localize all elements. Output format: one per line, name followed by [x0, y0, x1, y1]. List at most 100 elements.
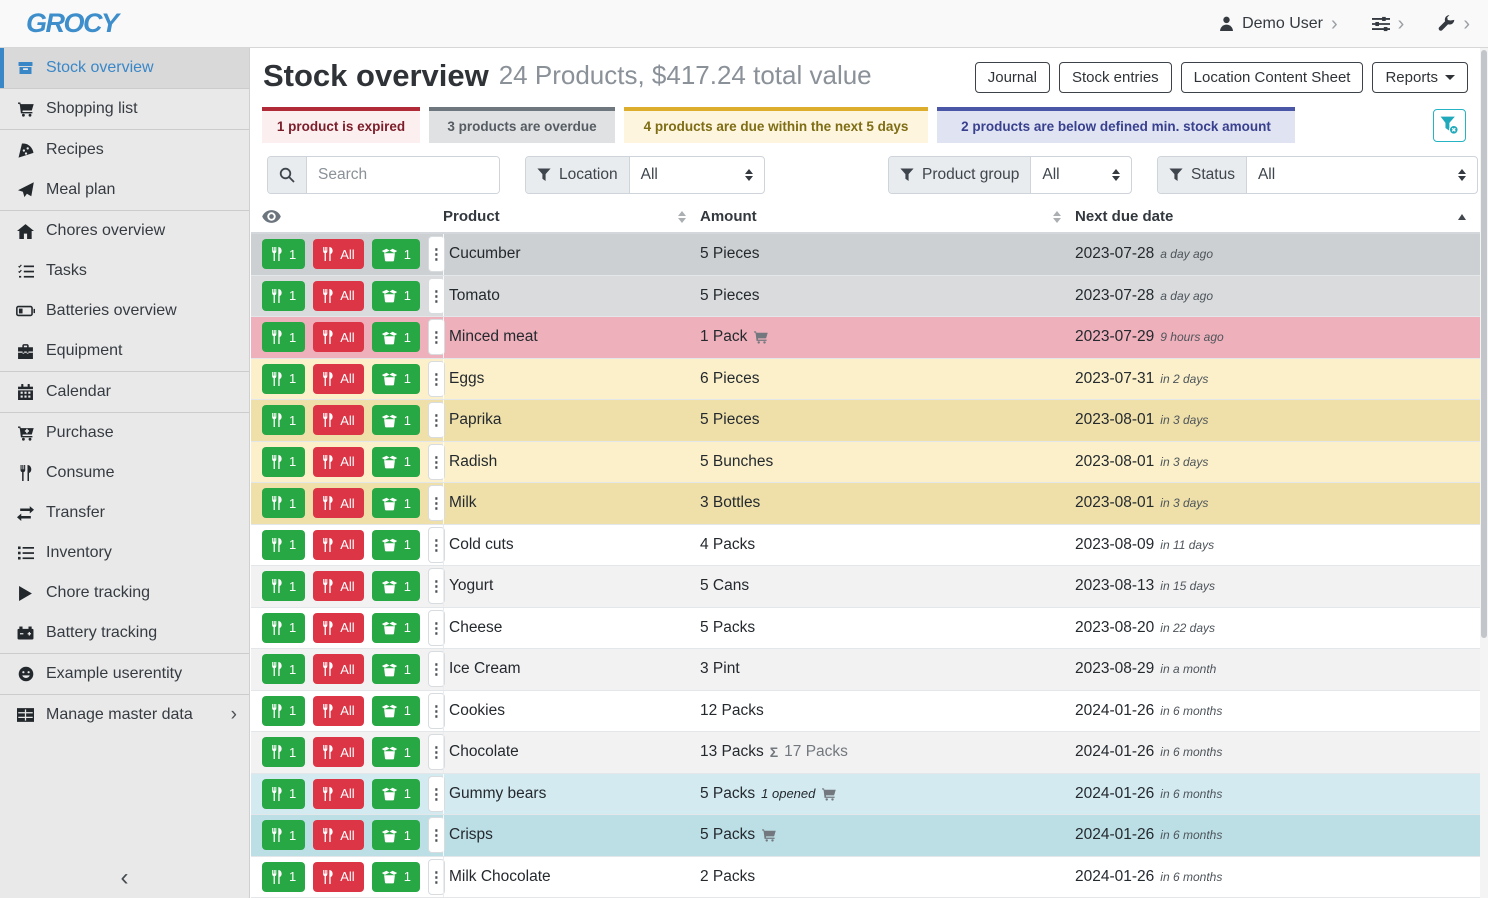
consume-one-button[interactable]: 1	[262, 364, 305, 394]
sidebar-item-consume[interactable]: Consume	[0, 453, 249, 493]
location-content-sheet-button[interactable]: Location Content Sheet	[1181, 62, 1364, 93]
product-name-cell[interactable]: Cheese	[443, 608, 700, 649]
open-one-button[interactable]: 1	[372, 239, 420, 269]
product-name-cell[interactable]: Cold cuts	[443, 525, 700, 566]
product-name-cell[interactable]: Cookies	[443, 691, 700, 732]
column-visibility-header[interactable]	[262, 210, 443, 223]
consume-all-button[interactable]: All	[313, 654, 363, 684]
open-one-button[interactable]: 1	[372, 281, 420, 311]
sidebar-item-battery-tracking[interactable]: Battery tracking	[0, 613, 249, 653]
status-select[interactable]: All	[1247, 157, 1477, 193]
consume-all-button[interactable]: All	[313, 364, 363, 394]
stock-entries-button[interactable]: Stock entries	[1059, 62, 1172, 93]
consume-one-button[interactable]: 1	[262, 530, 305, 560]
open-one-button[interactable]: 1	[372, 364, 420, 394]
product-name-cell[interactable]: Milk Chocolate	[443, 857, 700, 898]
sidebar-collapse-button[interactable]: ‹	[0, 866, 249, 890]
sidebar-item-batteries-overview[interactable]: Batteries overview	[0, 291, 249, 331]
open-one-button[interactable]: 1	[372, 737, 420, 767]
consume-all-button[interactable]: All	[313, 613, 363, 643]
grocy-logo[interactable]: GROCY	[26, 8, 118, 39]
sidebar-item-example-userentity[interactable]: Example userentity	[0, 654, 249, 694]
consume-one-button[interactable]: 1	[262, 281, 305, 311]
product-name-cell[interactable]: Gummy bears	[443, 774, 700, 815]
open-one-button[interactable]: 1	[372, 654, 420, 684]
banner-expired[interactable]: 1 product is expired	[262, 107, 420, 143]
product-name-cell[interactable]: Yogurt	[443, 566, 700, 607]
sidebar-item-calendar[interactable]: Calendar	[0, 372, 249, 412]
open-one-button[interactable]: 1	[372, 530, 420, 560]
consume-all-button[interactable]: All	[313, 737, 363, 767]
sidebar-item-chore-tracking[interactable]: Chore tracking	[0, 573, 249, 613]
sidebar-item-purchase[interactable]: Purchase	[0, 413, 249, 453]
consume-one-button[interactable]: 1	[262, 488, 305, 518]
consume-all-button[interactable]: All	[313, 530, 363, 560]
sidebar-item-manage-master-data[interactable]: Manage master data›	[0, 695, 249, 735]
product-name-cell[interactable]: Eggs	[443, 359, 700, 400]
consume-one-button[interactable]: 1	[262, 654, 305, 684]
consume-one-button[interactable]: 1	[262, 405, 305, 435]
product-name-cell[interactable]: Tomato	[443, 276, 700, 317]
open-one-button[interactable]: 1	[372, 820, 420, 850]
product-name-cell[interactable]: Minced meat	[443, 317, 700, 358]
admin-menu[interactable]: ›	[1438, 14, 1470, 34]
consume-one-button[interactable]: 1	[262, 737, 305, 767]
settings-menu[interactable]: ›	[1372, 14, 1405, 34]
consume-one-button[interactable]: 1	[262, 862, 305, 892]
consume-all-button[interactable]: All	[313, 820, 363, 850]
open-one-button[interactable]: 1	[372, 571, 420, 601]
open-one-button[interactable]: 1	[372, 862, 420, 892]
vertical-scrollbar[interactable]	[1480, 48, 1488, 898]
consume-all-button[interactable]: All	[313, 571, 363, 601]
consume-all-button[interactable]: All	[313, 281, 363, 311]
sidebar-item-transfer[interactable]: Transfer	[0, 493, 249, 533]
sidebar-item-tasks[interactable]: Tasks	[0, 251, 249, 291]
consume-one-button[interactable]: 1	[262, 239, 305, 269]
consume-one-button[interactable]: 1	[262, 820, 305, 850]
consume-all-button[interactable]: All	[313, 779, 363, 809]
banner-due[interactable]: 4 products are due within the next 5 day…	[624, 107, 928, 143]
consume-all-button[interactable]: All	[313, 322, 363, 352]
open-one-button[interactable]: 1	[372, 322, 420, 352]
column-header-product[interactable]: Product	[443, 208, 700, 225]
consume-one-button[interactable]: 1	[262, 447, 305, 477]
consume-one-button[interactable]: 1	[262, 696, 305, 726]
product-group-select[interactable]: All	[1031, 157, 1131, 193]
product-name-cell[interactable]: Cucumber	[443, 234, 700, 275]
consume-one-button[interactable]: 1	[262, 571, 305, 601]
clear-filter-button[interactable]	[1433, 109, 1466, 142]
sidebar-item-meal-plan[interactable]: Meal plan	[0, 170, 249, 210]
consume-all-button[interactable]: All	[313, 405, 363, 435]
open-one-button[interactable]: 1	[372, 488, 420, 518]
product-name-cell[interactable]: Milk	[443, 483, 700, 524]
product-name-cell[interactable]: Crisps	[443, 815, 700, 856]
journal-button[interactable]: Journal	[975, 62, 1050, 93]
sidebar-item-chores-overview[interactable]: Chores overview	[0, 211, 249, 251]
sidebar-item-equipment[interactable]: Equipment	[0, 331, 249, 371]
open-one-button[interactable]: 1	[372, 613, 420, 643]
consume-all-button[interactable]: All	[313, 696, 363, 726]
sidebar-item-recipes[interactable]: Recipes	[0, 130, 249, 170]
consume-one-button[interactable]: 1	[262, 779, 305, 809]
consume-one-button[interactable]: 1	[262, 613, 305, 643]
product-name-cell[interactable]: Ice Cream	[443, 649, 700, 690]
column-header-due[interactable]: Next due date	[1075, 208, 1480, 225]
consume-one-button[interactable]: 1	[262, 322, 305, 352]
product-name-cell[interactable]: Paprika	[443, 400, 700, 441]
open-one-button[interactable]: 1	[372, 447, 420, 477]
consume-all-button[interactable]: All	[313, 488, 363, 518]
sidebar-item-shopping-list[interactable]: Shopping list	[0, 89, 249, 129]
column-header-amount[interactable]: Amount	[700, 208, 1075, 225]
sidebar-item-stock-overview[interactable]: Stock overview	[0, 48, 249, 88]
location-select[interactable]: All	[630, 157, 764, 193]
sidebar-item-inventory[interactable]: Inventory	[0, 533, 249, 573]
open-one-button[interactable]: 1	[372, 405, 420, 435]
consume-all-button[interactable]: All	[313, 447, 363, 477]
product-name-cell[interactable]: Radish	[443, 442, 700, 483]
consume-all-button[interactable]: All	[313, 862, 363, 892]
user-menu[interactable]: Demo User ›	[1219, 14, 1338, 34]
product-name-cell[interactable]: Chocolate	[443, 732, 700, 773]
open-one-button[interactable]: 1	[372, 696, 420, 726]
consume-all-button[interactable]: All	[313, 239, 363, 269]
scrollbar-thumb[interactable]	[1481, 50, 1487, 638]
